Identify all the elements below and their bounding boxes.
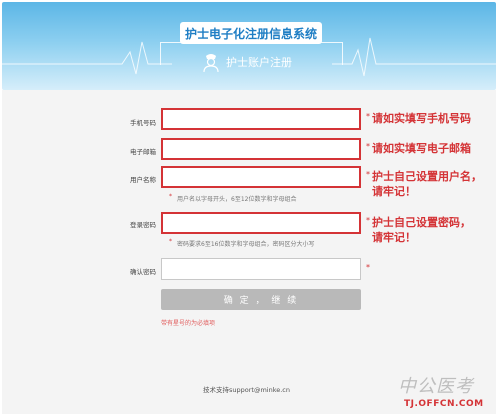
phone-annotation: 请如实填写手机号码 xyxy=(372,112,471,125)
password-input[interactable] xyxy=(161,212,361,234)
password-hint-star: * xyxy=(169,238,172,245)
required-fields-note: 带有星号的为必填项 xyxy=(161,320,216,327)
confirm-continue-button[interactable]: 确 定 ， 继 续 xyxy=(161,289,361,310)
email-input[interactable] xyxy=(161,138,361,160)
password-required-star: * xyxy=(366,216,370,225)
header-frame-right xyxy=(290,42,343,65)
username-label: 用户名称 xyxy=(130,176,156,184)
username-hint: 用户名以字母开头，6至12位数字和字母组合 xyxy=(177,196,297,203)
confirm-password-label: 确认密码 xyxy=(130,268,156,276)
ecg-wave-decoration xyxy=(2,37,496,77)
username-annotation-line1: 护士自己设置用户名， xyxy=(372,170,482,183)
system-title: 护士电子化注册信息系统 xyxy=(180,22,322,44)
username-annotation-line2: 请牢记！ xyxy=(372,185,416,198)
email-required-star: * xyxy=(366,142,370,151)
nurse-icon xyxy=(203,54,219,72)
email-label: 电子邮箱 xyxy=(130,148,156,156)
subtitle-text: 护士账户注册 xyxy=(226,56,292,69)
watermark-brand: 中公医考 xyxy=(398,376,474,397)
watermark-url: TJ.OFFCN.COM xyxy=(404,399,484,409)
tech-support-text: 技术支持support@minke.cn xyxy=(203,386,291,394)
confirm-password-input[interactable] xyxy=(161,258,361,280)
password-annotation: 护士自己设置密码， 请牢记！ xyxy=(372,215,471,245)
password-annotation-line2: 请牢记！ xyxy=(372,231,416,244)
username-hint-star: * xyxy=(169,193,172,200)
username-input[interactable] xyxy=(161,166,361,188)
password-hint: 密码要求6至16位数字和字母组合，密码区分大小写 xyxy=(177,241,315,248)
password-annotation-line1: 护士自己设置密码， xyxy=(372,216,471,229)
password-label: 登录密码 xyxy=(130,221,156,229)
phone-required-star: * xyxy=(366,112,370,121)
email-annotation: 请如实填写电子邮箱 xyxy=(372,142,471,155)
username-required-star: * xyxy=(366,170,370,179)
confirm-required-star: * xyxy=(366,263,370,272)
phone-input[interactable] xyxy=(161,108,361,130)
page-subtitle: 护士账户注册 xyxy=(202,52,292,72)
phone-label: 手机号码 xyxy=(130,119,156,127)
username-annotation: 护士自己设置用户名， 请牢记！ xyxy=(372,169,482,199)
page-header: 护士电子化注册信息系统 护士账户注册 xyxy=(2,2,496,90)
